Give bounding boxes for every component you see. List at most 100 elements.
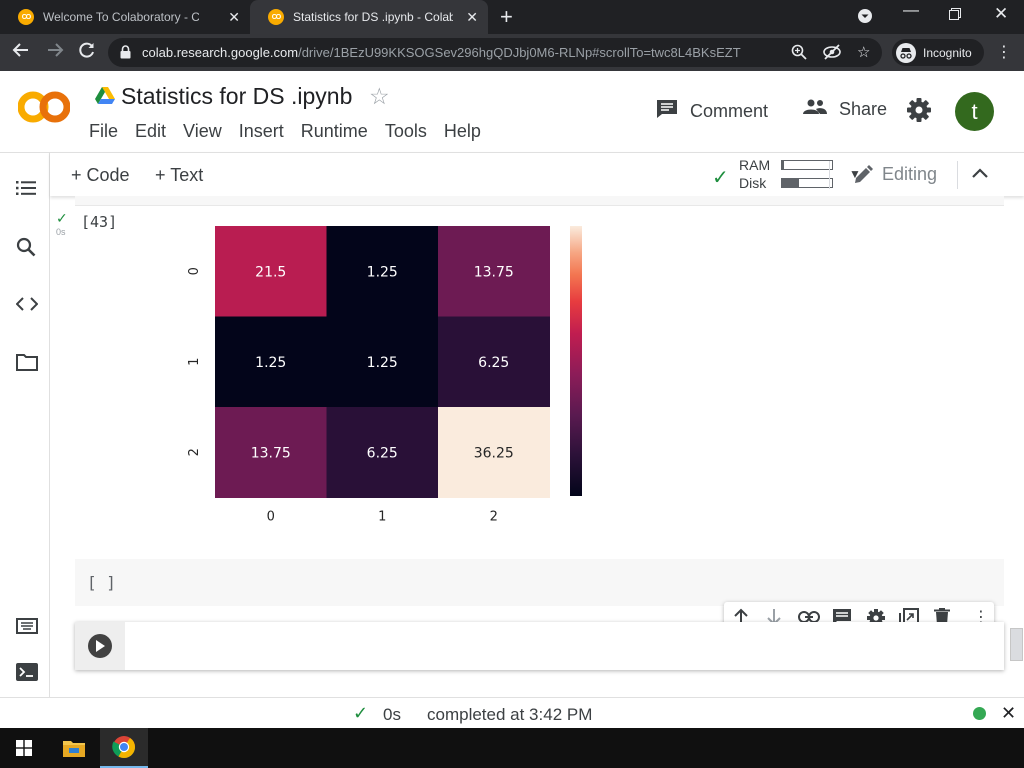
google-drive-icon[interactable] (95, 87, 115, 110)
comment-button[interactable]: Comment (656, 99, 768, 124)
heatmap-value-label: 6.25 (478, 355, 509, 371)
address-bar[interactable]: colab.research.google.com/drive/1BEzU99K… (108, 38, 882, 67)
add-code-cell-button[interactable]: + Code (71, 165, 130, 186)
close-tab-icon[interactable]: ✕ (466, 9, 478, 25)
forward-icon[interactable] (46, 41, 64, 64)
disk-usage-bar (781, 178, 833, 188)
menu-runtime[interactable]: Runtime (301, 121, 368, 142)
run-cell-button[interactable] (88, 634, 112, 658)
restore-icon[interactable] (949, 7, 961, 23)
comment-icon (656, 99, 678, 124)
cell-execution-count: [43] (81, 213, 118, 231)
command-palette-icon[interactable] (16, 618, 38, 639)
star-notebook-icon[interactable]: ☆ (369, 83, 390, 110)
runtime-connected-dot (973, 707, 986, 720)
heatmap-value-label: 13.75 (474, 264, 514, 280)
table-of-contents-icon[interactable] (16, 180, 36, 201)
zoom-icon[interactable] (791, 44, 807, 63)
colab-favicon-icon: CO (268, 9, 284, 25)
code-snippets-icon[interactable] (15, 297, 39, 316)
collapse-header-icon[interactable] (972, 165, 988, 183)
status-bar: ✓ 0s completed at 3:42 PM ✕ (0, 697, 1024, 728)
x-tick-label: 0 (267, 510, 275, 525)
heatmap-value-label: 13.75 (251, 445, 291, 461)
incognito-badge[interactable]: Incognito (892, 39, 984, 66)
tab-search-icon[interactable] (857, 8, 873, 27)
disk-label: Disk (739, 175, 767, 191)
tab-title: Welcome To Colaboratory - Colab (43, 10, 199, 24)
close-tab-icon[interactable]: ✕ (228, 9, 240, 25)
empty-cell-prompt: [ ] (87, 573, 116, 592)
notebook-toolbar: + Code + Text ✓ RAM Disk ▼ Editing (50, 152, 1024, 196)
browser-menu-icon[interactable]: ⋮ (996, 42, 1012, 62)
empty-code-cell[interactable]: [ ] (75, 559, 1004, 606)
menu-insert[interactable]: Insert (239, 121, 284, 142)
file-explorer-icon[interactable] (50, 728, 98, 768)
editing-label: Editing (882, 164, 938, 184)
play-icon (96, 640, 105, 652)
status-exec-time: 0s (383, 705, 401, 724)
windows-start-icon[interactable] (0, 728, 48, 768)
heatmap-value-label: 1.25 (367, 264, 398, 280)
divider (829, 161, 830, 189)
cell-exec-time: 0s (56, 227, 66, 237)
ram-usage-bar (781, 160, 833, 170)
status-completed-text: completed at 3:42 PM (427, 705, 593, 724)
menu-edit[interactable]: Edit (135, 121, 166, 142)
menu-help[interactable]: Help (444, 121, 481, 142)
menu-bar: File Edit View Insert Runtime Tools Help (89, 121, 498, 142)
editing-mode-button[interactable]: Editing (853, 164, 937, 185)
connected-check-icon: ✓ (712, 167, 729, 189)
chrome-taskbar-icon[interactable] (100, 728, 148, 768)
window-close-icon[interactable]: ✕ (994, 4, 1008, 24)
bookmark-star-icon[interactable]: ☆ (857, 43, 870, 61)
menu-view[interactable]: View (183, 121, 222, 142)
incognito-label: Incognito (923, 45, 972, 60)
back-icon[interactable] (12, 41, 30, 64)
user-avatar[interactable]: t (955, 92, 994, 131)
settings-gear-icon[interactable] (906, 97, 932, 128)
tab-welcome[interactable]: CO Welcome To Colaboratory - Colab ✕ (0, 0, 250, 34)
active-code-cell[interactable] (75, 622, 1004, 670)
heatmap-value-label: 21.5 (255, 264, 286, 280)
tracking-protection-icon[interactable] (823, 44, 841, 63)
cell-success-check-icon: ✓ (56, 210, 68, 226)
disk-usage-fill (782, 179, 799, 187)
close-status-icon[interactable]: ✕ (1001, 703, 1016, 724)
heatmap-value-label: 36.25 (474, 445, 514, 461)
previous-cell-bottom (75, 196, 1004, 206)
heatmap-output: 21.5 1.25 13.751.25 1.25 6.2513.75 6.25 36.25 … (187, 226, 582, 525)
browser-tab-strip: CO Welcome To Colaboratory - Colab ✕ CO … (0, 0, 1024, 34)
search-icon[interactable] (16, 237, 36, 262)
x-tick-label: 1 (378, 510, 386, 525)
menu-tools[interactable]: Tools (385, 121, 427, 142)
heatmap-value-label: 6.25 (367, 445, 398, 461)
notebook-title[interactable]: Statistics for DS .ipynb (121, 83, 352, 110)
new-tab-button[interactable]: + (500, 6, 513, 28)
reload-icon[interactable] (78, 41, 96, 64)
incognito-icon (896, 42, 916, 63)
y-tick-label: 2 (187, 448, 202, 456)
heatmap-y-ticks: 0 1 2 (187, 267, 202, 456)
files-folder-icon[interactable] (16, 353, 38, 376)
add-text-cell-button[interactable]: + Text (155, 165, 203, 186)
y-tick-label: 1 (187, 358, 202, 366)
terminal-icon[interactable] (16, 663, 38, 686)
share-button[interactable]: Share (803, 99, 887, 120)
people-icon (803, 99, 827, 120)
ram-label: RAM (739, 157, 771, 173)
comment-label: Comment (690, 101, 769, 121)
colab-header: Statistics for DS .ipynb ☆ File Edit Vie… (0, 71, 1024, 152)
heatmap-value-label: 1.25 (367, 355, 398, 371)
notebook-scrollbar-thumb[interactable] (1010, 628, 1023, 661)
tab-statistics[interactable]: CO Statistics for DS .ipynb - Colaborato… (250, 0, 488, 34)
left-sidebar (0, 152, 50, 697)
colab-logo[interactable] (17, 90, 71, 124)
minimize-icon[interactable]: — (903, 2, 919, 20)
x-tick-label: 2 (490, 510, 498, 525)
lock-icon[interactable] (120, 45, 131, 64)
colorbar (570, 226, 582, 496)
share-label: Share (839, 99, 888, 119)
menu-file[interactable]: File (89, 121, 118, 142)
windows-taskbar (0, 728, 1024, 768)
